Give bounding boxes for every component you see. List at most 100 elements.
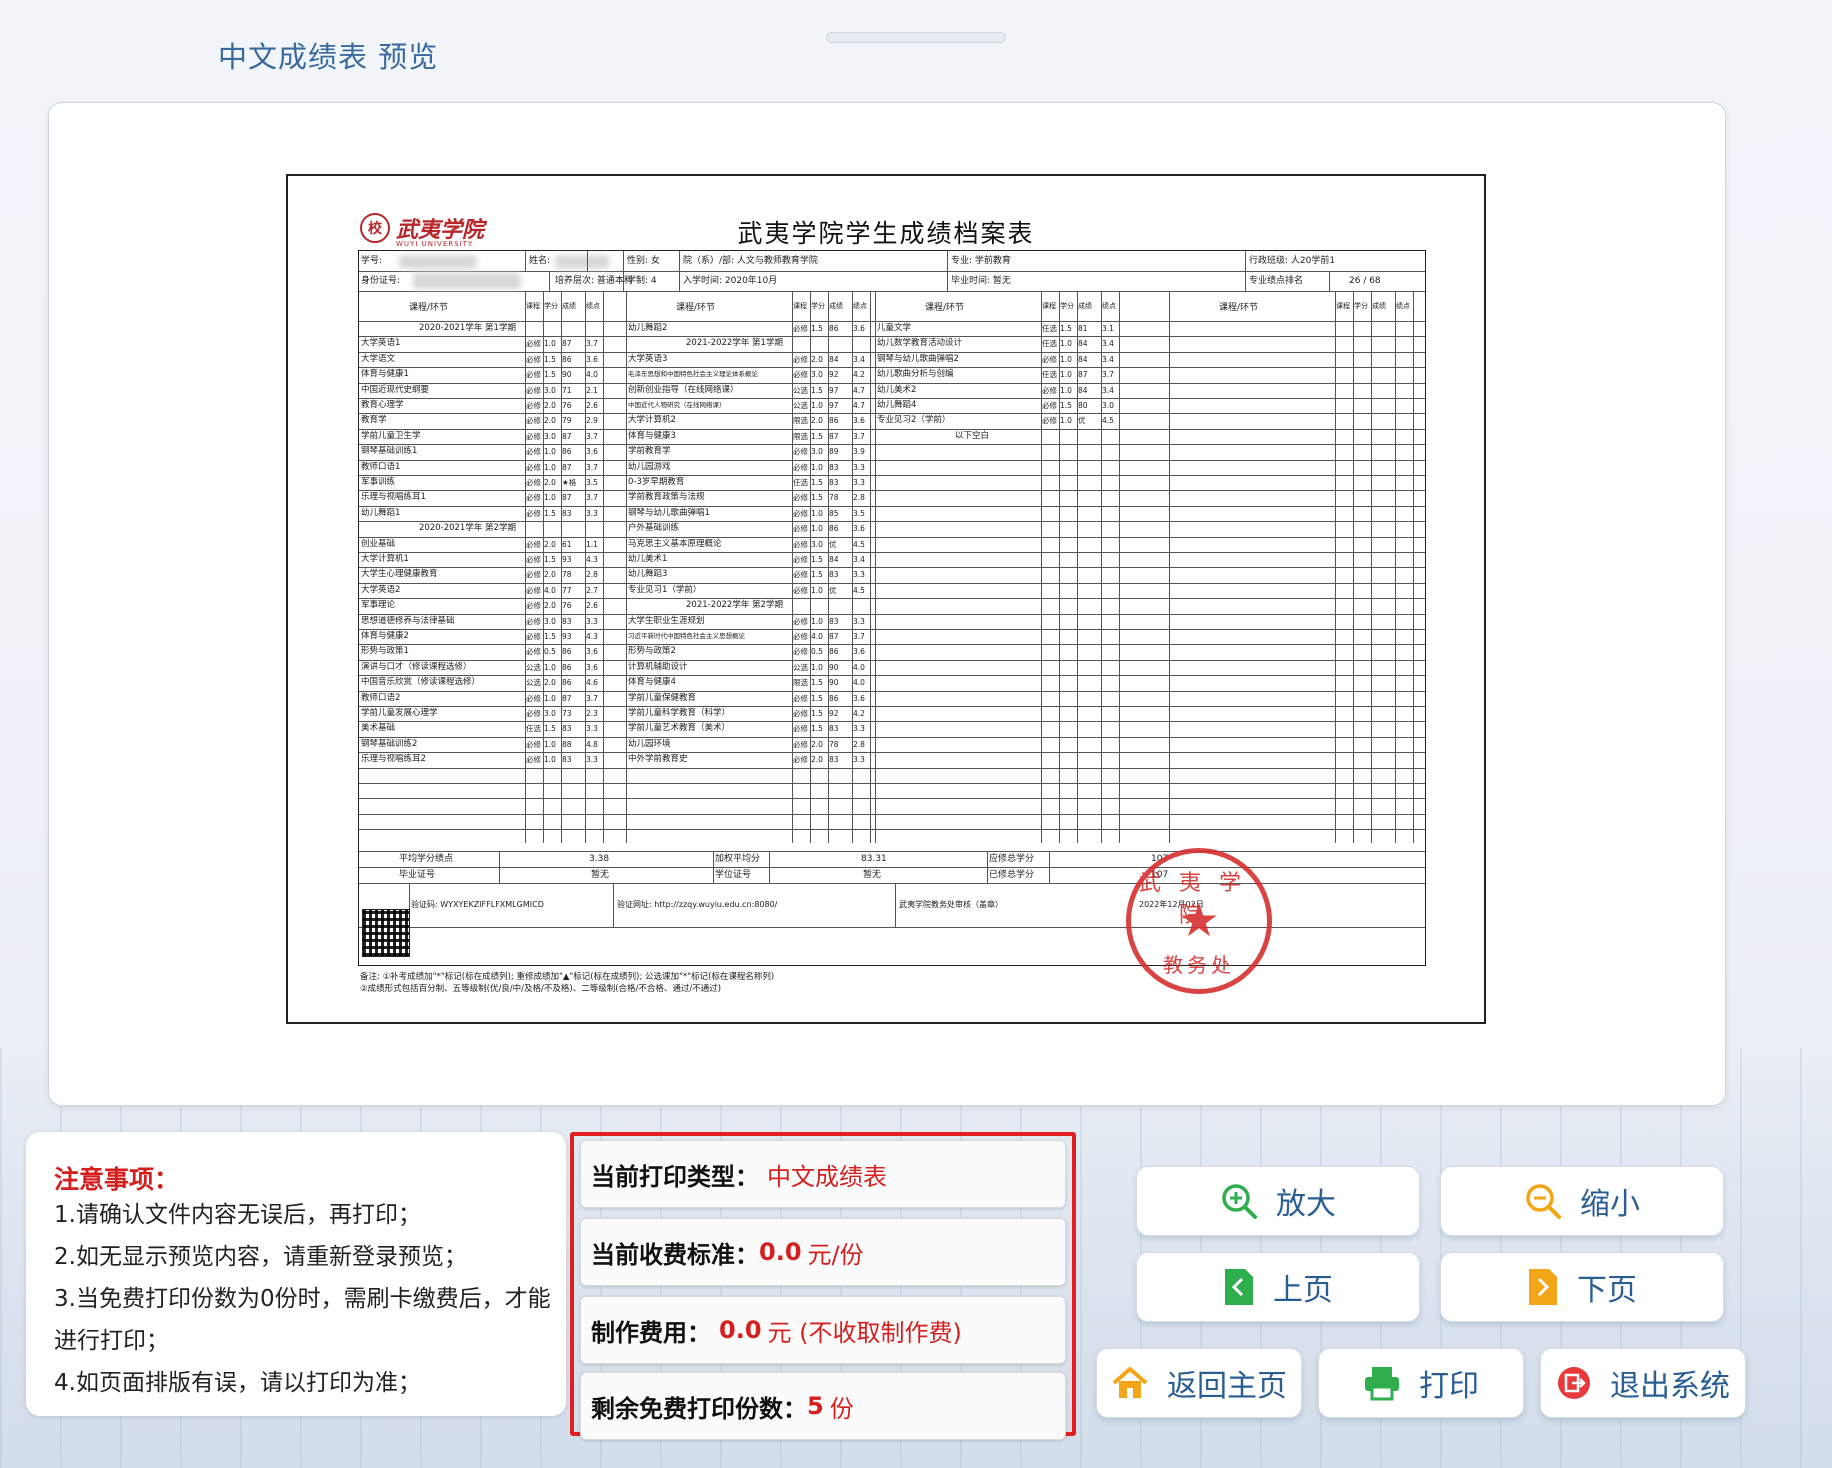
course-value: 86	[562, 678, 572, 688]
course-value: 87	[562, 693, 572, 703]
course-value: 必修	[793, 370, 808, 380]
grade-table: 学号: 姓名: 性别: 女 院（系）/部: 人文与教师教育学院 专业: 学前教育 行政班级…	[358, 250, 1426, 966]
home-icon	[1112, 1367, 1148, 1398]
course-value: 3.6	[853, 324, 865, 333]
course-value: 任选	[793, 478, 808, 487]
exit-button[interactable]: 退出系统	[1540, 1348, 1746, 1418]
prev-page-button[interactable]: 上页	[1136, 1252, 1420, 1322]
column-subheader: 学分	[811, 302, 825, 310]
term-heading: 2021-2022学年 第2学期	[686, 600, 783, 611]
print-label: 打印	[1419, 1369, 1479, 1404]
course-name: 教师口语1	[361, 461, 401, 472]
course-name: 钢琴基础训练2	[361, 738, 418, 749]
weighted-value: 83.31	[861, 854, 887, 864]
header-field: 专业: 学前教育	[951, 256, 1011, 266]
header-field: 培养层次: 普通本科	[555, 276, 633, 286]
course-value: 1.5	[811, 478, 823, 487]
header-field: 26 / 68	[1349, 276, 1381, 286]
table-row-border	[359, 428, 1425, 430]
course-value: 限选	[793, 678, 808, 688]
course-value: 1.5	[811, 724, 823, 734]
table-row-border	[359, 459, 1425, 461]
degree-value: 暂无	[863, 870, 882, 880]
course-value: 84	[1078, 385, 1088, 395]
table-column-border	[549, 271, 550, 291]
header-field: 专业绩点排名	[1249, 276, 1304, 286]
course-name: 学前教育学	[628, 446, 671, 457]
notice-item: 2.如无显示预览内容，请重新登录预览；	[54, 1244, 467, 1270]
course-value: 任选	[1042, 370, 1057, 380]
course-value: 公选	[793, 401, 808, 410]
course-value: 2.0	[811, 354, 823, 364]
course-value: 2.0	[544, 416, 556, 426]
table-row-border	[359, 291, 1425, 292]
course-value: 3.3	[586, 616, 598, 626]
zoom-in-button[interactable]: 放大	[1136, 1166, 1420, 1236]
course-name: 学前儿童科学教育（科学）	[628, 708, 731, 718]
course-value: 4.0	[853, 678, 865, 688]
home-button[interactable]: 返回主页	[1096, 1348, 1302, 1418]
course-value: 3.4	[853, 354, 865, 364]
column-subheader: 成绩	[1078, 302, 1092, 310]
course-value: 86	[829, 693, 839, 703]
course-value: 公选	[793, 662, 808, 672]
course-value: 1.5	[811, 493, 823, 503]
course-value: 87	[1078, 370, 1088, 380]
table-row-border	[359, 721, 1425, 723]
course-value: 必修	[526, 370, 541, 380]
course-value: 3.4	[1102, 354, 1114, 364]
course-value: 必修	[526, 693, 541, 703]
table-row-border	[359, 613, 1425, 615]
course-value: 1.5	[544, 724, 556, 734]
print-button[interactable]: 打印	[1318, 1348, 1524, 1418]
drag-handle[interactable]	[826, 32, 1006, 43]
course-value: 必修	[526, 739, 541, 749]
course-value: 必修	[526, 616, 541, 626]
course-value: 4.7	[853, 401, 865, 410]
next-page-button[interactable]: 下页	[1440, 1252, 1724, 1322]
zoom-out-button[interactable]: 缩小	[1440, 1166, 1724, 1236]
fee-standard-amount: 0.0	[759, 1238, 802, 1266]
column-subheader: 绩点	[1102, 302, 1116, 310]
course-name: 演讲与口才（修读课程选修）	[361, 661, 472, 672]
course-value: 必修	[1042, 385, 1057, 395]
course-value: 83	[829, 724, 839, 734]
table-column-border	[679, 251, 680, 271]
notice-panel: 注意事项： 1.请确认文件内容无误后，再打印； 2.如无显示预览内容，请重新登录…	[26, 1132, 566, 1416]
course-value: 1.0	[544, 739, 556, 749]
column-header: 课程/环节	[1219, 303, 1259, 313]
course-value: 必修	[526, 570, 541, 580]
table-column-border	[1245, 251, 1246, 271]
course-value: 2.0	[544, 539, 556, 549]
course-name: 儿童文学	[877, 323, 912, 333]
course-value: 97	[829, 401, 839, 410]
course-name: 幼儿舞蹈1	[361, 507, 401, 518]
course-value: 83	[562, 616, 572, 626]
table-row-border	[359, 490, 1425, 492]
table-row-border	[359, 552, 1425, 553]
course-value: 4.0	[544, 585, 556, 595]
course-name: 中国近现代史纲要	[361, 384, 430, 395]
course-value: 3.0	[1102, 401, 1114, 410]
course-value: 优	[829, 585, 837, 595]
course-name: 毛泽东思想和中国特色社会主义理论体系概论	[628, 370, 758, 379]
course-value: 2.8	[853, 739, 865, 749]
course-value: 必修	[526, 709, 541, 718]
course-value: 1.5	[811, 678, 823, 688]
course-value: 必修	[526, 354, 541, 364]
course-value: 3.7	[853, 431, 865, 441]
prev-page-icon	[1225, 1269, 1253, 1305]
course-name: 习近平新时代中国特色社会主义思想概论	[628, 632, 745, 640]
course-value: 4.5	[853, 539, 865, 549]
course-name: 幼儿园游戏	[628, 461, 671, 472]
course-value: 87	[562, 431, 572, 441]
course-value: 3.3	[586, 755, 598, 765]
course-value: 3.7	[586, 339, 598, 349]
course-value: 3.6	[853, 647, 865, 657]
course-name: 思想道德修养与法律基础	[361, 615, 455, 626]
table-row-border	[359, 536, 1425, 538]
course-value: 1.5	[811, 431, 823, 441]
course-value: 必修	[793, 354, 808, 364]
earned-credits-label: 已修总学分	[989, 870, 1035, 880]
course-value: 1.5	[811, 570, 823, 580]
